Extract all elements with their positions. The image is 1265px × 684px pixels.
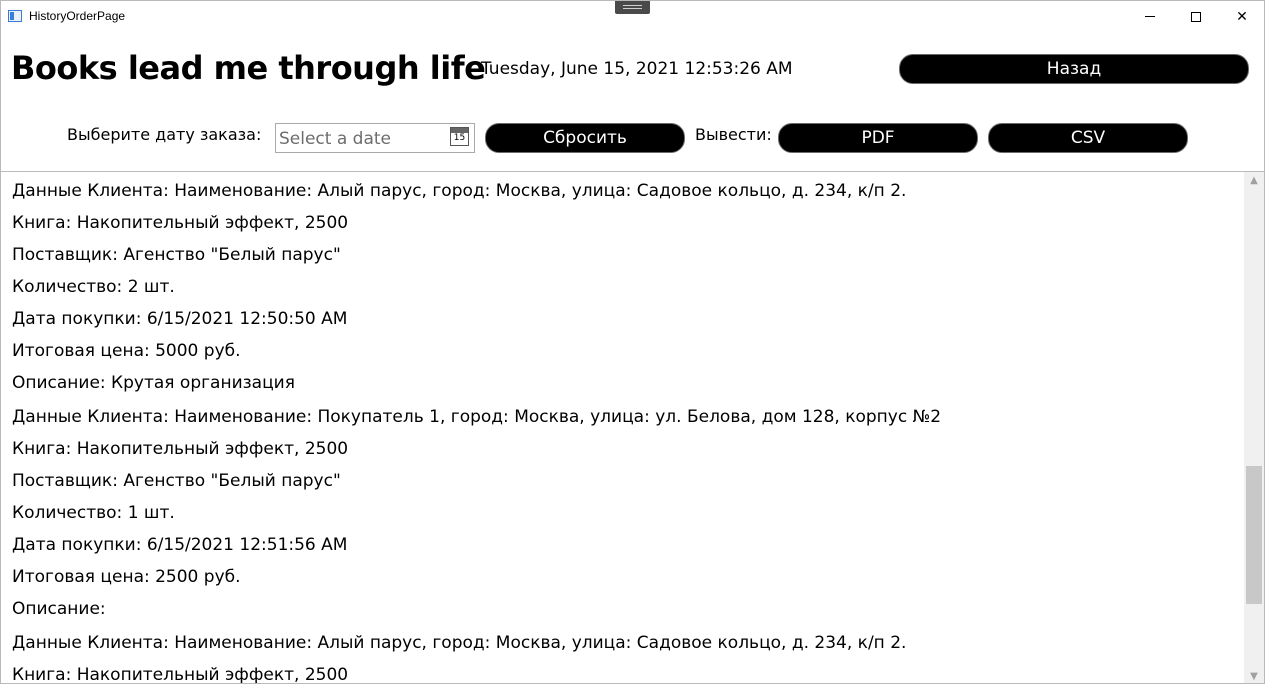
export-pdf-button[interactable]: PDF [778,123,978,153]
scroll-down-icon[interactable]: ▼ [1244,668,1264,683]
current-datetime: Tuesday, June 15, 2021 12:53:26 AM [481,59,793,79]
vertical-scrollbar[interactable]: ▲ ▼ [1244,172,1264,683]
order-book: Книга: Накопительный эффект, 2500 [12,439,349,459]
order-item: Данные Клиента: Наименование: Покупатель… [1,404,1244,630]
order-item: Данные Клиента: Наименование: Алый парус… [1,630,1244,684]
order-total: Итоговая цена: 5000 руб. [12,341,241,361]
order-supplier: Поставщик: Агенство "Белый парус" [12,245,341,265]
order-quantity: Количество: 1 шт. [12,503,175,523]
history-order-window: HistoryOrderPage ✕ Books lead me through… [0,0,1265,684]
order-date: Дата покупки: 6/15/2021 12:50:50 AM [12,309,348,329]
minimize-button[interactable] [1127,1,1173,32]
maximize-icon [1191,11,1201,22]
order-description: Описание: Крутая организация [12,373,295,393]
maximize-button[interactable] [1173,1,1219,32]
order-date: Дата покупки: 6/15/2021 12:51:56 AM [12,535,348,555]
order-book: Книга: Накопительный эффект, 2500 [12,665,349,684]
app-icon [8,10,22,22]
order-book: Книга: Накопительный эффект, 2500 [12,213,349,233]
export-csv-button[interactable]: CSV [988,123,1188,153]
order-description: Описание: [12,599,106,619]
order-date-picker[interactable]: Select a date 15 [275,123,475,153]
window-title: HistoryOrderPage [29,9,126,23]
back-button[interactable]: Назад [899,54,1249,84]
reset-button[interactable]: Сбросить [485,123,685,153]
drag-grip-icon[interactable] [615,1,650,14]
order-total: Итоговая цена: 2500 руб. [12,567,241,587]
order-client: Данные Клиента: Наименование: Покупатель… [12,407,942,427]
order-client: Данные Клиента: Наименование: Алый парус… [12,633,907,653]
order-supplier: Поставщик: Агенство "Белый парус" [12,471,341,491]
brand-title: Books lead me through life [11,49,486,87]
scroll-thumb[interactable] [1246,466,1262,604]
order-list[interactable]: Данные Клиента: Наименование: Алый парус… [1,172,1244,684]
scroll-up-icon[interactable]: ▲ [1244,172,1264,189]
calendar-icon[interactable]: 15 [450,127,469,146]
date-input[interactable]: Select a date [279,129,391,149]
order-client: Данные Клиента: Наименование: Алый парус… [12,181,907,201]
close-button[interactable]: ✕ [1219,1,1264,32]
order-quantity: Количество: 2 шт. [12,277,175,297]
calendar-day-number: 15 [453,133,466,143]
order-date-label: Выберите дату заказа: [67,125,262,144]
title-bar[interactable]: HistoryOrderPage ✕ [1,1,1264,32]
minimize-icon [1145,16,1155,17]
close-icon: ✕ [1236,8,1248,25]
order-item: Данные Клиента: Наименование: Алый парус… [1,172,1244,404]
export-label: Вывести: [695,125,772,144]
